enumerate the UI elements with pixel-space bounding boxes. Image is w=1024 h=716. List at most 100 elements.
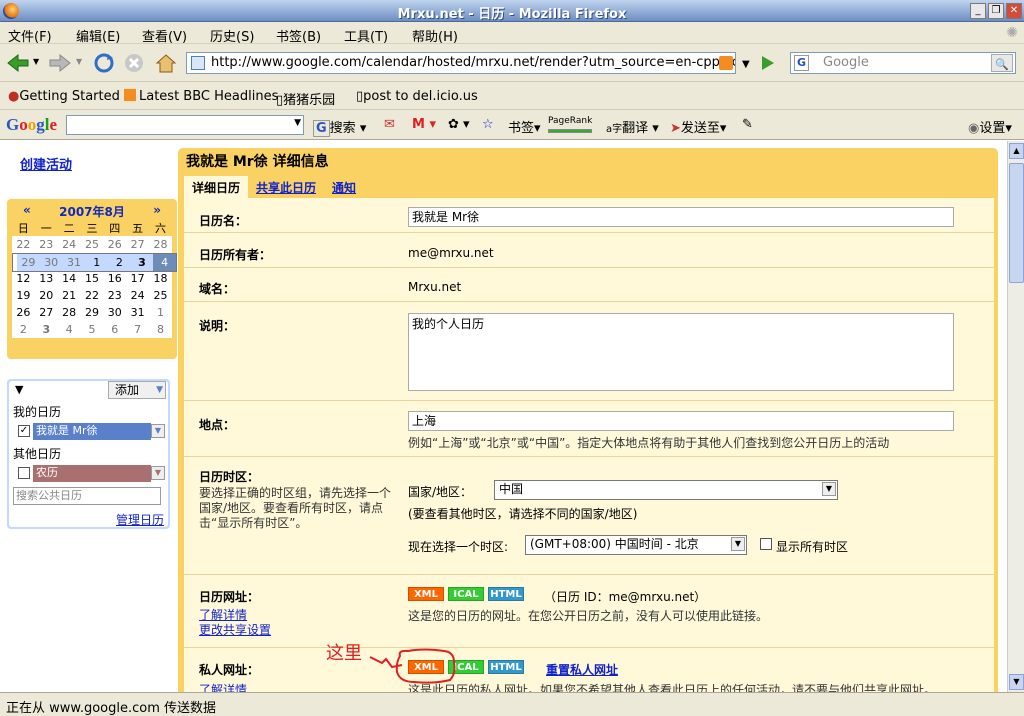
- go-button[interactable]: ▼: [740, 53, 780, 73]
- change-sharing-link[interactable]: 更改共享设置: [199, 621, 271, 638]
- day-cell[interactable]: 7: [126, 321, 150, 338]
- ical-badge-button[interactable]: ICAL: [448, 587, 484, 601]
- next-month-button[interactable]: »: [153, 203, 161, 219]
- day-cell[interactable]: 2: [12, 321, 35, 338]
- show-all-timezones-checkbox[interactable]: [760, 538, 772, 550]
- day-cell[interactable]: 25: [149, 287, 172, 304]
- scroll-down-icon[interactable]: ▼: [1009, 674, 1024, 690]
- bookmark-bbc[interactable]: Latest BBC Headlines: [124, 89, 278, 104]
- day-cell[interactable]: 21: [57, 287, 81, 304]
- day-cell[interactable]: 29: [80, 304, 104, 321]
- day-cell[interactable]: 20: [34, 287, 58, 304]
- menu-edit[interactable]: 编辑(E): [76, 26, 120, 45]
- day-cell[interactable]: 22: [12, 236, 35, 253]
- news-icon[interactable]: ✉: [384, 117, 395, 132]
- toolbar-translate[interactable]: a字翻译 ▾: [606, 117, 659, 136]
- rss-feed-icon[interactable]: [719, 56, 733, 70]
- public-calendar-search-input[interactable]: 搜索公共日历: [13, 487, 161, 505]
- my-calendar-checkbox[interactable]: ✓: [18, 425, 30, 437]
- day-cell-today[interactable]: 4: [153, 254, 176, 271]
- day-cell[interactable]: 14: [57, 270, 81, 287]
- other-calendar-checkbox[interactable]: [18, 467, 30, 479]
- day-cell[interactable]: 25: [80, 236, 104, 253]
- day-cell[interactable]: 26: [103, 236, 127, 253]
- day-cell[interactable]: 26: [12, 304, 35, 321]
- other-calendar-dropdown-icon[interactable]: ▼: [151, 466, 165, 480]
- bookmark-getting-started[interactable]: ●Getting Started: [8, 89, 120, 104]
- manage-calendars-link[interactable]: 管理日历: [116, 511, 164, 528]
- day-cell[interactable]: 13: [34, 270, 58, 287]
- my-calendar-dropdown-icon[interactable]: ▼: [151, 424, 165, 438]
- bookmark-delicious[interactable]: ▯post to del.icio.us: [356, 89, 478, 104]
- day-cell[interactable]: 8: [149, 321, 172, 338]
- menu-help[interactable]: 帮助(H): [412, 26, 458, 45]
- day-cell[interactable]: 23: [103, 287, 127, 304]
- menu-tools[interactable]: 工具(T): [344, 26, 388, 45]
- day-cell[interactable]: 1: [85, 254, 109, 271]
- minimize-button[interactable]: _: [970, 3, 986, 19]
- tab-notifications[interactable]: 通知: [324, 176, 364, 198]
- day-cell[interactable]: 3: [130, 254, 154, 271]
- day-cell[interactable]: 6: [103, 321, 127, 338]
- private-learn-more-link[interactable]: 了解详情: [199, 681, 247, 692]
- day-cell[interactable]: 28: [57, 304, 81, 321]
- toolbar-search-button[interactable]: G 搜索 ▾: [313, 117, 366, 137]
- day-cell[interactable]: 2: [108, 254, 131, 271]
- google-logo[interactable]: Google: [6, 115, 57, 135]
- day-cell[interactable]: 17: [126, 270, 150, 287]
- restore-button[interactable]: ❐: [988, 3, 1004, 19]
- day-cell[interactable]: 24: [126, 287, 150, 304]
- calendar-name-input[interactable]: 我就是 Mr徐: [408, 207, 954, 227]
- xml-badge-button[interactable]: XML: [408, 587, 444, 601]
- location-input[interactable]: 上海: [408, 411, 954, 431]
- toolbar-send-to[interactable]: ➤发送至▾: [670, 117, 726, 136]
- search-engine-box[interactable]: G Google 🔍: [790, 52, 1016, 74]
- day-cell[interactable]: 24: [57, 236, 81, 253]
- pagerank-indicator[interactable]: PageRank: [548, 116, 592, 136]
- day-cell[interactable]: 31: [126, 304, 150, 321]
- day-cell[interactable]: 16: [103, 270, 127, 287]
- html-badge-button[interactable]: HTML: [488, 587, 524, 601]
- tab-share-calendar[interactable]: 共享此日历: [248, 176, 324, 198]
- prev-month-button[interactable]: «: [23, 203, 31, 219]
- back-icon[interactable]: [6, 52, 30, 74]
- private-html-badge-button[interactable]: HTML: [488, 660, 524, 674]
- scrollbar-thumb[interactable]: [1009, 163, 1024, 283]
- day-cell[interactable]: 22: [80, 287, 104, 304]
- day-cell[interactable]: 5: [80, 321, 104, 338]
- day-cell[interactable]: 4: [57, 321, 81, 338]
- pencil-icon[interactable]: ✎: [742, 117, 753, 132]
- day-cell[interactable]: 29: [17, 254, 40, 271]
- day-cell[interactable]: 19: [12, 287, 35, 304]
- back-dropdown-icon[interactable]: ▼: [33, 57, 39, 66]
- day-cell[interactable]: 23: [34, 236, 58, 253]
- widgets-icon[interactable]: ✿ ▾: [448, 117, 470, 132]
- scroll-up-icon[interactable]: ▲: [1009, 143, 1024, 159]
- google-engine-icon[interactable]: G: [794, 55, 809, 71]
- stop-icon[interactable]: [122, 52, 146, 74]
- close-button[interactable]: ✕: [1006, 3, 1022, 19]
- magnifier-icon[interactable]: 🔍: [991, 54, 1013, 72]
- vertical-scrollbar[interactable]: ▲ ▼: [1007, 141, 1024, 692]
- day-cell[interactable]: 18: [149, 270, 172, 287]
- day-cell[interactable]: 31: [62, 254, 86, 271]
- bookmark-zhuzhu[interactable]: ▯猪猪乐园: [276, 89, 335, 108]
- forward-dropdown-icon[interactable]: ▼: [76, 57, 82, 66]
- create-event-link[interactable]: 创建活动: [20, 154, 72, 173]
- menu-view[interactable]: 查看(V): [142, 26, 187, 45]
- country-select[interactable]: 中国 ▼: [494, 480, 838, 500]
- tab-calendar-details[interactable]: 详细日历: [184, 176, 249, 198]
- reload-icon[interactable]: [92, 52, 116, 74]
- collapse-triangle-icon[interactable]: ▼: [15, 383, 23, 396]
- reset-private-url-link[interactable]: 重置私人网址: [546, 661, 618, 678]
- day-cell[interactable]: 30: [103, 304, 127, 321]
- day-cell[interactable]: 12: [12, 270, 35, 287]
- day-cell[interactable]: 27: [34, 304, 58, 321]
- menu-history[interactable]: 历史(S): [210, 26, 254, 45]
- menu-bookmarks[interactable]: 书签(B): [276, 26, 321, 45]
- forward-icon[interactable]: [48, 52, 72, 74]
- gmail-icon[interactable]: M ▾: [412, 117, 436, 132]
- day-cell[interactable]: 3: [34, 321, 58, 338]
- description-textarea[interactable]: 我的个人日历: [408, 313, 954, 391]
- toolbar-bookmarks[interactable]: 书签▾: [508, 117, 541, 136]
